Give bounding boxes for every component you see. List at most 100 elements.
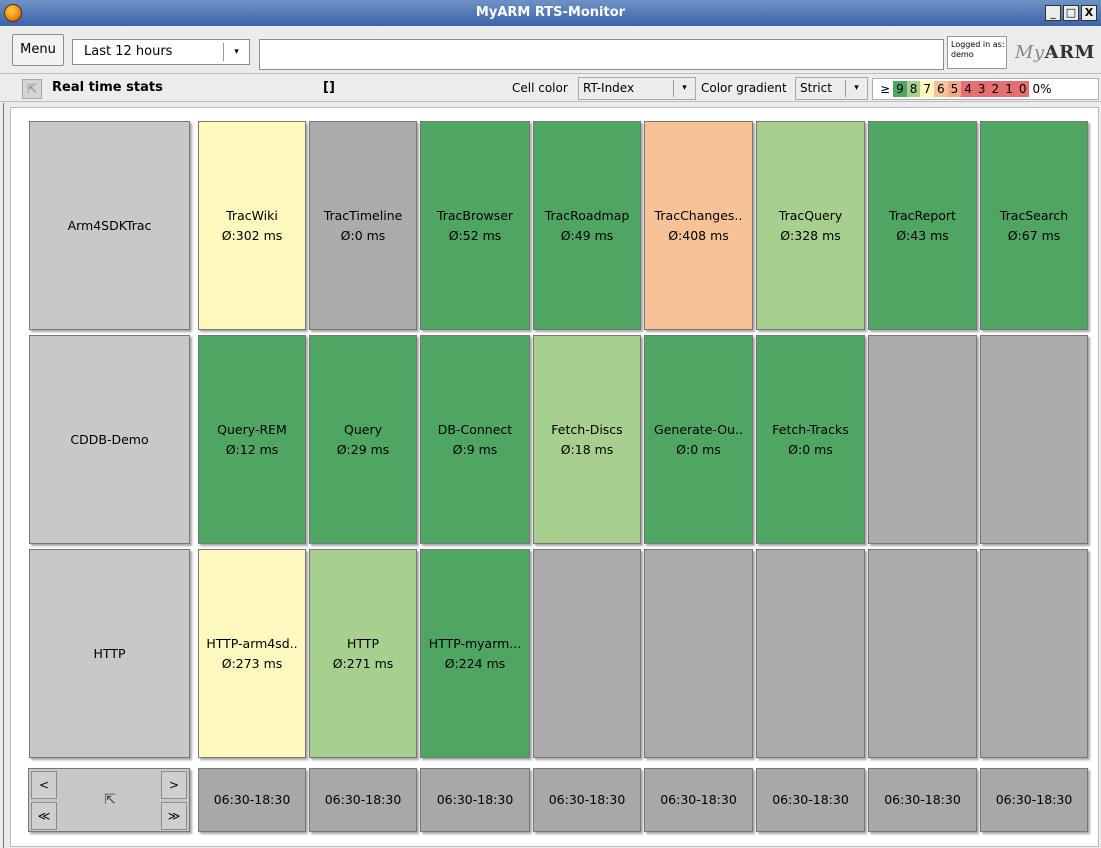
row-header[interactable]: Arm4SDKTrac	[29, 121, 190, 330]
stat-cell-name: TracBrowser	[436, 207, 514, 223]
chevron-down-icon[interactable]: ▾	[223, 43, 249, 61]
stat-cell[interactable]: Generate-Ou.. Ø:0 ms	[644, 335, 753, 544]
stat-cell-value: Ø:328 ms	[780, 227, 841, 243]
timeslot-cell[interactable]: 06:30-18:30	[868, 768, 977, 832]
stat-cell[interactable]: TracTimeline Ø:0 ms	[309, 121, 417, 330]
login-user: demo	[951, 50, 974, 59]
prev-button[interactable]: <	[31, 771, 57, 799]
stat-cell[interactable]	[868, 335, 977, 544]
timeslot-cell[interactable]: 06:30-18:30	[980, 768, 1088, 832]
stat-cell-name: TracReport	[889, 207, 956, 223]
timeslot-cell[interactable]: 06:30-18:30	[420, 768, 530, 832]
stat-cell-value: Ø:67 ms	[1007, 227, 1061, 243]
stat-cell-value: Ø:0 ms	[676, 441, 721, 457]
stat-cell[interactable]: TracWiki Ø:302 ms	[198, 121, 306, 330]
myarm-logo: MyARM	[1015, 42, 1095, 63]
legend-item: 6	[933, 81, 948, 97]
legend-item: 2	[988, 81, 1003, 97]
stat-cell-value: Ø:12 ms	[225, 441, 279, 457]
chevron-down-icon[interactable]: ▾	[845, 80, 867, 97]
legend-item: 4	[961, 81, 975, 97]
menu-button[interactable]: Menu	[12, 34, 64, 66]
window-title: MyARM RTS-Monitor	[475, 5, 626, 20]
stat-cell[interactable]: TracChanges.. Ø:408 ms	[644, 121, 753, 330]
stat-cell[interactable]: Query-REM Ø:12 ms	[198, 335, 306, 544]
chevron-down-icon[interactable]: ▾	[673, 80, 695, 97]
stat-cell-name: HTTP-myarm...	[428, 635, 522, 651]
legend-item: 9	[893, 81, 907, 97]
stat-cell[interactable]	[868, 549, 977, 758]
close-button[interactable]: X	[1081, 5, 1097, 21]
stat-cell-name: Query	[344, 421, 382, 437]
stat-cell[interactable]: HTTP-myarm... Ø:224 ms	[420, 549, 530, 758]
page-title: Real time stats	[52, 80, 163, 95]
minimize-button[interactable]: _	[1045, 5, 1061, 21]
stat-cell[interactable]: HTTP Ø:271 ms	[309, 549, 417, 758]
stat-cell-name: TracWiki	[226, 207, 278, 223]
stat-cell-value: Ø:9 ms	[452, 441, 498, 457]
stat-cell-value: Ø:0 ms	[788, 441, 833, 457]
stat-cell-name: TracQuery	[778, 207, 843, 223]
color-gradient-select[interactable]: Strict ▾	[795, 77, 868, 100]
title-bar[interactable]: MyARM RTS-Monitor _ □ X	[0, 0, 1101, 26]
time-range-select[interactable]: Last 12 hours ▾	[72, 39, 250, 65]
app-window: MyARM RTS-Monitor _ □ X Menu Last 12 hou…	[0, 0, 1101, 848]
cell-color-value: RT-Index	[583, 81, 635, 95]
stat-cell[interactable]: Fetch-Tracks Ø:0 ms	[756, 335, 865, 544]
stat-cell-value: Ø:224 ms	[444, 655, 506, 671]
stat-cell[interactable]	[980, 335, 1088, 544]
stat-cell[interactable]: Query Ø:29 ms	[309, 335, 417, 544]
timeslot-cell[interactable]: 06:30-18:30	[644, 768, 753, 832]
stat-cell-value: Ø:52 ms	[448, 227, 502, 243]
stat-cell-value: Ø:49 ms	[560, 227, 614, 243]
legend-item: 3	[974, 81, 989, 97]
stat-cell-value: Ø:18 ms	[560, 441, 614, 457]
stat-cell-name: HTTP	[347, 635, 379, 651]
color-gradient-label: Color gradient	[701, 81, 787, 95]
back-to-top-icon[interactable]: ⇱	[22, 79, 42, 99]
row-header[interactable]: HTTP	[29, 549, 190, 758]
stat-cell[interactable]	[980, 549, 1088, 758]
stat-cell[interactable]: TracReport Ø:43 ms	[868, 121, 977, 330]
last-button[interactable]: ≫	[161, 802, 187, 830]
row-header[interactable]: CDDB-Demo	[29, 335, 190, 544]
color-legend: ≥9 8 7 6 5 4 3 2 1 0 0%	[872, 78, 1099, 100]
timeslot-cell[interactable]: 06:30-18:30	[198, 768, 306, 832]
stat-cell-value: Ø:271 ms	[332, 655, 394, 671]
filter-input[interactable]	[259, 39, 944, 70]
stat-cell-value: Ø:29 ms	[336, 441, 390, 457]
stat-cell[interactable]: Fetch-Discs Ø:18 ms	[533, 335, 641, 544]
stat-cell-name: Fetch-Discs	[551, 421, 623, 437]
stat-cell[interactable]: TracSearch Ø:67 ms	[980, 121, 1088, 330]
stat-cell-name: TracRoadmap	[544, 207, 630, 223]
stat-cell[interactable]: TracRoadmap Ø:49 ms	[533, 121, 641, 330]
stat-cell[interactable]: TracQuery Ø:328 ms	[756, 121, 865, 330]
navigation-cell: < ≪ ⇱ > ≫	[28, 768, 190, 832]
home-icon[interactable]: ⇱	[61, 771, 159, 829]
stat-cell[interactable]	[644, 549, 753, 758]
stat-cell[interactable]: HTTP-arm4sd.. Ø:273 ms	[198, 549, 306, 758]
selection-indicator: []	[323, 80, 335, 95]
stat-cell[interactable]: DB-Connect Ø:9 ms	[420, 335, 530, 544]
stat-cell[interactable]	[756, 549, 865, 758]
cell-color-select[interactable]: RT-Index ▾	[578, 77, 696, 100]
stat-cell[interactable]	[533, 549, 641, 758]
time-range-value: Last 12 hours	[84, 44, 173, 59]
next-button[interactable]: >	[161, 771, 187, 799]
timeslot-cell[interactable]: 06:30-18:30	[533, 768, 641, 832]
maximize-button[interactable]: □	[1063, 5, 1079, 21]
stat-cell-value: Ø:0 ms	[340, 227, 386, 243]
legend-item: 5	[947, 81, 962, 97]
cell-color-label: Cell color	[512, 81, 568, 95]
first-button[interactable]: ≪	[31, 802, 57, 830]
legend-item: 1	[1002, 81, 1016, 97]
timeslot-cell[interactable]: 06:30-18:30	[309, 768, 417, 832]
stat-cell[interactable]: TracBrowser Ø:52 ms	[420, 121, 530, 330]
timeslot-cell[interactable]: 06:30-18:30	[756, 768, 865, 832]
stat-cell-value: Ø:43 ms	[896, 227, 949, 243]
legend-item: 0%	[1029, 81, 1055, 97]
legend-item: ≥	[877, 81, 894, 97]
stat-cell-name: DB-Connect	[437, 421, 513, 437]
stat-cell-name: TracTimeline	[323, 207, 403, 223]
stat-cell-name: Query-REM	[217, 421, 287, 437]
